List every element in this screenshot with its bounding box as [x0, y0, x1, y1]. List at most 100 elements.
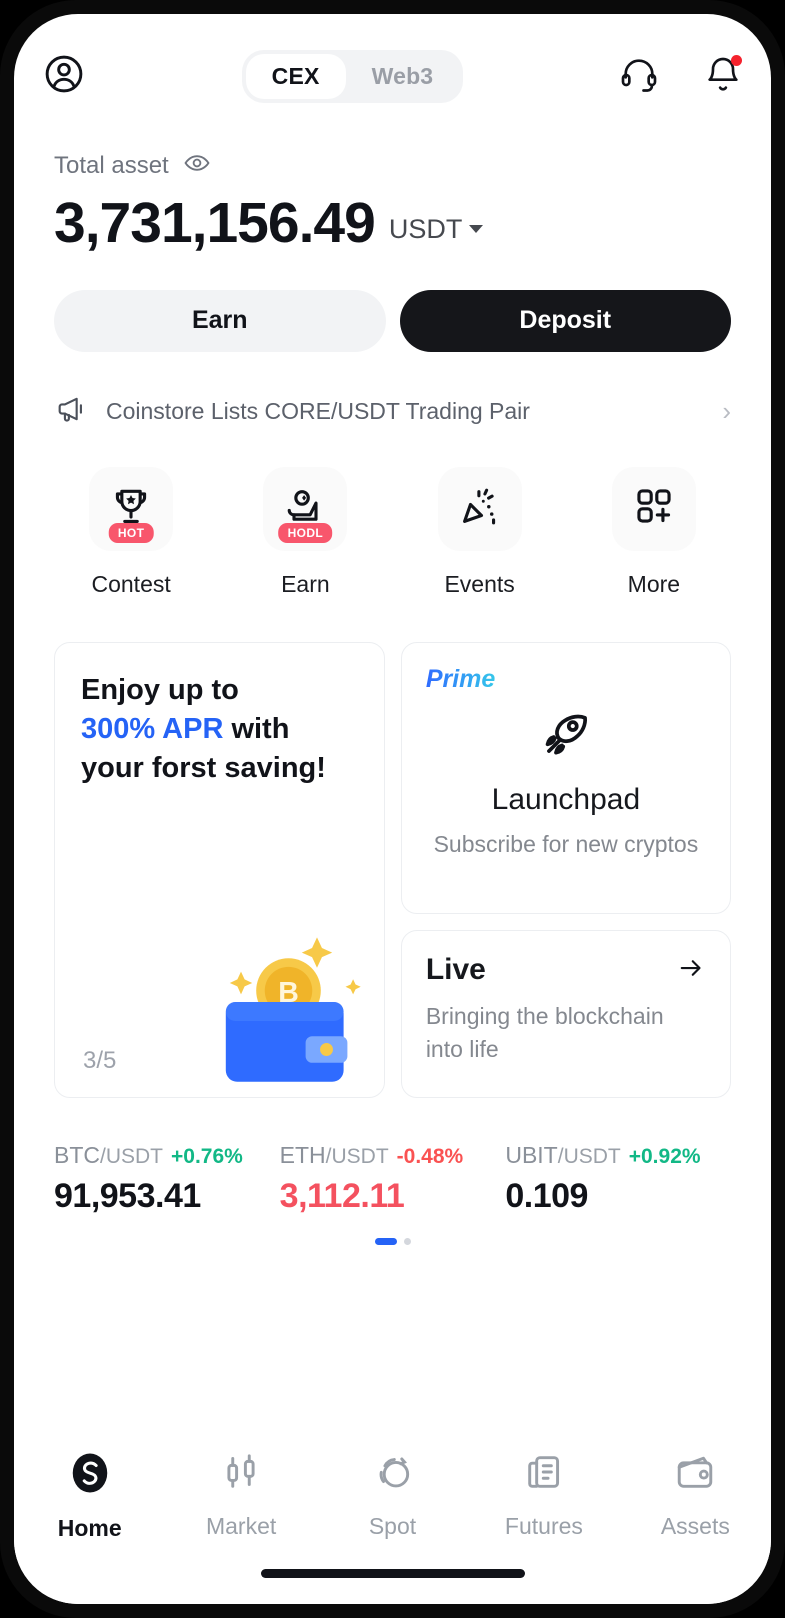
nav-label-market: Market — [205, 1513, 277, 1539]
quick-action-earn[interactable]: HODL Earn — [218, 466, 392, 598]
launchpad-card[interactable]: Prime Launchpad Subscribe for new crypto… — [400, 641, 731, 914]
coinstore-logo-icon — [67, 1450, 113, 1501]
earn-button[interactable]: Earn — [54, 289, 386, 352]
ticker-btc-change: +0.76% — [171, 1144, 243, 1168]
promo-accent: 300% APR — [81, 712, 224, 745]
ticker-eth-base: ETH — [279, 1141, 326, 1168]
announcement-bar[interactable]: Coinstore Lists CORE/USDT Trading Pair › — [14, 352, 771, 431]
deposit-button[interactable]: Deposit — [399, 289, 731, 352]
ticker-ubit[interactable]: UBIT/USDT +0.92% 0.109 — [505, 1142, 731, 1216]
right-card-column: Prime Launchpad Subscribe for new crypto… — [400, 641, 731, 1098]
ticker-ubit-quote: /USDT — [557, 1144, 621, 1168]
ticker-btc-pair: BTC/USDT — [54, 1142, 163, 1169]
ticker-ubit-price: 0.109 — [505, 1176, 588, 1215]
wallet-bitcoin-illustration: B — [184, 907, 374, 1097]
nav-item-home[interactable]: Home — [14, 1450, 165, 1542]
earn-tile[interactable]: HODL — [263, 466, 348, 551]
promo-index-total: /5 — [96, 1046, 117, 1074]
total-asset-label: Total asset — [54, 151, 169, 179]
prime-tag: Prime — [425, 664, 496, 693]
headset-icon — [619, 54, 659, 99]
ticker-btc-base: BTC — [54, 1141, 100, 1168]
live-title: Live — [425, 953, 486, 987]
phone-frame: CEX Web3 Total asset 3,731,156.49 USDT E… — [0, 0, 785, 1618]
promo-index-current: 3 — [83, 1046, 97, 1074]
announcement-text: Coinstore Lists CORE/USDT Trading Pair — [106, 397, 530, 424]
quick-actions: HOT Contest HODL Earn Events More — [14, 431, 771, 598]
more-tile[interactable] — [611, 466, 696, 551]
notification-badge-dot — [730, 55, 742, 66]
candlestick-icon — [219, 1450, 263, 1499]
nav-item-spot[interactable]: Spot — [317, 1450, 468, 1540]
ticker-btc-quote: /USDT — [100, 1144, 163, 1168]
mode-toggle[interactable]: CEX Web3 — [241, 50, 464, 103]
carousel-dot-2[interactable] — [403, 1237, 411, 1245]
header-left — [42, 52, 86, 101]
promo-line1: Enjoy up to — [81, 673, 239, 706]
market-tickers: BTC/USDT +0.76% 91,953.41 ETH/USDT -0.48… — [14, 1098, 771, 1216]
earn-badge: HODL — [278, 522, 333, 543]
nav-label-spot: Spot — [368, 1513, 417, 1539]
ticker-eth-head: ETH/USDT -0.48% — [280, 1142, 506, 1169]
quick-action-more[interactable]: More — [567, 466, 741, 598]
live-header-row: Live — [426, 953, 706, 988]
more-label: More — [627, 570, 681, 597]
quick-action-contest[interactable]: HOT Contest — [44, 466, 218, 598]
primary-actions: Earn Deposit — [14, 254, 771, 352]
ticker-ubit-base: UBIT — [505, 1141, 558, 1168]
total-asset-value: 3,731,156.49 — [54, 191, 376, 255]
contest-badge: HOT — [108, 522, 154, 543]
nav-item-assets[interactable]: Assets — [620, 1450, 771, 1540]
chevron-down-icon — [469, 225, 484, 234]
nav-label-assets: Assets — [660, 1513, 730, 1539]
promo-heading: Enjoy up to 300% APR with your forst sav… — [81, 671, 358, 788]
eye-icon[interactable] — [183, 149, 211, 182]
contract-document-icon — [522, 1450, 566, 1499]
ticker-btc-price: 91,953.41 — [54, 1176, 201, 1215]
support-button[interactable] — [619, 54, 659, 99]
ticker-btc[interactable]: BTC/USDT +0.76% 91,953.41 — [54, 1142, 280, 1216]
live-card[interactable]: Live Bringing the blockchain into life — [400, 929, 731, 1098]
ticker-ubit-pair: UBIT/USDT — [505, 1142, 620, 1169]
live-subtitle: Bringing the blockchain into life — [425, 1002, 664, 1062]
nav-label-home: Home — [57, 1515, 122, 1541]
nav-item-market[interactable]: Market — [165, 1450, 316, 1540]
total-asset-value-row: 3,731,156.49 USDT — [54, 191, 731, 255]
ticker-carousel-dots[interactable] — [14, 1216, 771, 1245]
ticker-ubit-change: +0.92% — [628, 1144, 701, 1168]
contest-tile[interactable]: HOT — [89, 466, 174, 551]
quick-action-events[interactable]: Events — [393, 466, 567, 598]
contest-label: Contest — [91, 570, 171, 597]
promo-cards: Enjoy up to 300% APR with your forst sav… — [14, 598, 771, 1098]
ticker-eth-change: -0.48% — [396, 1144, 464, 1168]
ticker-eth-pair: ETH/USDT — [280, 1142, 389, 1169]
arrow-right-icon[interactable] — [676, 953, 706, 988]
ticker-eth[interactable]: ETH/USDT -0.48% 3,112.11 — [280, 1142, 506, 1216]
profile-button[interactable] — [42, 52, 86, 101]
ticker-eth-quote: /USDT — [325, 1144, 389, 1168]
savings-promo-card[interactable]: Enjoy up to 300% APR with your forst sav… — [54, 641, 385, 1098]
app-screen: CEX Web3 Total asset 3,731,156.49 USDT E… — [14, 14, 771, 1604]
tab-web3[interactable]: Web3 — [346, 54, 460, 99]
ticker-ubit-head: UBIT/USDT +0.92% — [505, 1142, 731, 1169]
grid-plus-icon — [633, 485, 675, 532]
total-asset-section: Total asset 3,731,156.49 USDT — [14, 109, 771, 254]
ticker-btc-head: BTC/USDT +0.76% — [54, 1142, 280, 1169]
currency-selector[interactable]: USDT — [389, 214, 484, 254]
header-right — [619, 54, 743, 99]
wallet-icon — [673, 1450, 717, 1499]
notifications-button[interactable] — [703, 54, 743, 99]
chevron-right-icon[interactable]: › — [722, 398, 731, 424]
swap-circles-icon — [371, 1450, 415, 1499]
user-circle-icon — [42, 52, 86, 101]
rocket-icon — [538, 706, 594, 767]
events-tile[interactable] — [437, 466, 522, 551]
launchpad-subtitle: Subscribe for new cryptos — [433, 830, 699, 857]
promo-line3: your forst saving! — [81, 751, 326, 784]
ticker-eth-price: 3,112.11 — [279, 1176, 405, 1215]
earn-label: Earn — [281, 570, 330, 597]
nav-item-futures[interactable]: Futures — [468, 1450, 619, 1540]
home-indicator — [260, 1569, 525, 1578]
carousel-dot-1[interactable] — [374, 1237, 397, 1245]
tab-cex[interactable]: CEX — [245, 54, 346, 99]
